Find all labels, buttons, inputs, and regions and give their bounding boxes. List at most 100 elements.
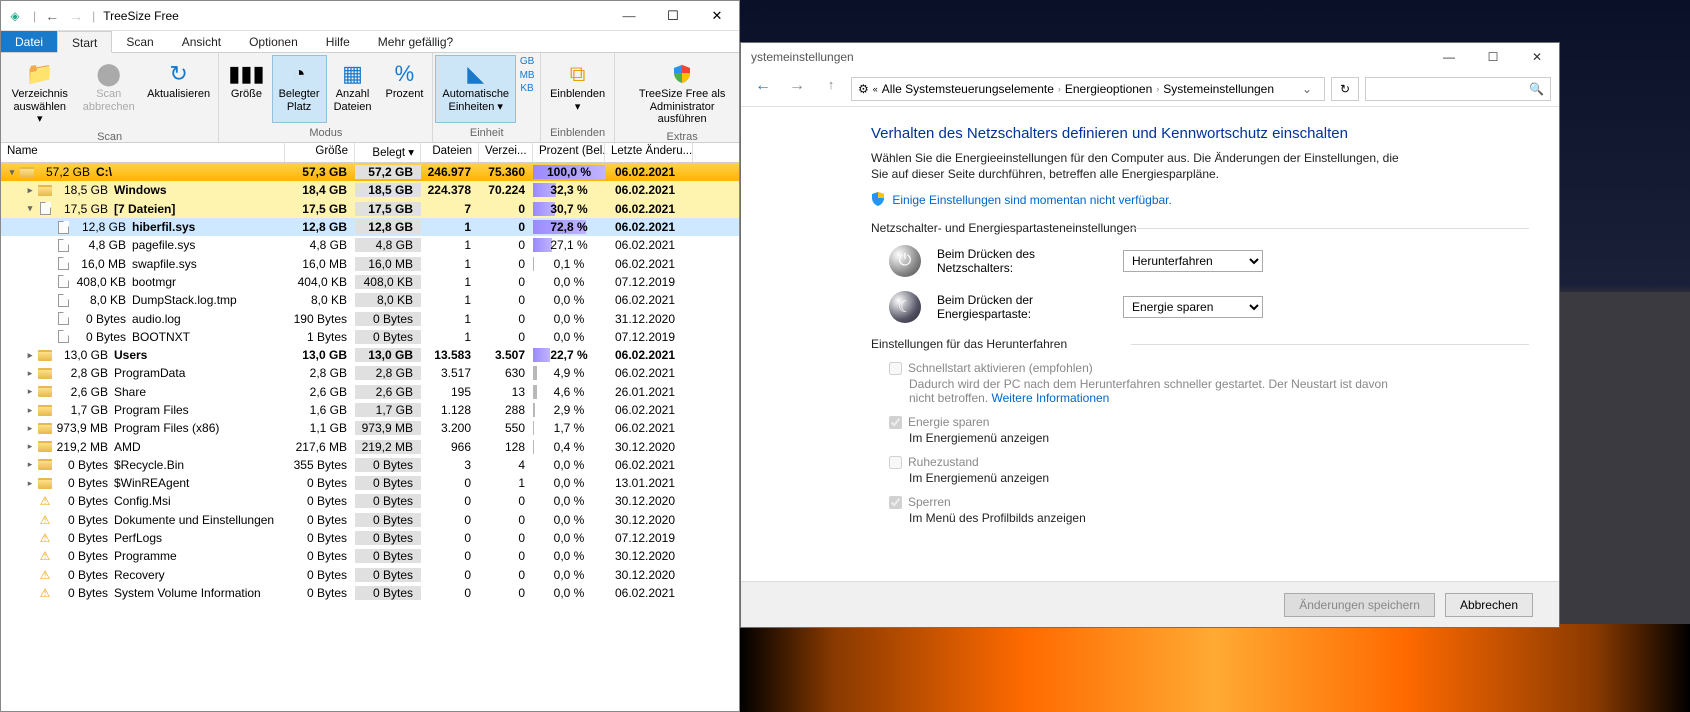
refresh-icon: ↻ xyxy=(169,60,187,88)
sleep-button-select[interactable]: Energie sparen xyxy=(1123,296,1263,318)
column-headers[interactable]: Name Größe Belegt ▾ Dateien Verzei... Pr… xyxy=(1,143,739,163)
minimize-button[interactable]: — xyxy=(1427,43,1471,71)
table-row[interactable]: 0 BytesBOOTNXT1 Bytes0 Bytes100,0 %07.12… xyxy=(1,328,739,346)
select-dir-button[interactable]: 📁Verzeichnis auswählen ▾ xyxy=(3,55,76,127)
minimize-button[interactable]: — xyxy=(607,1,651,31)
expand-button[interactable]: ⧉Einblenden ▾ xyxy=(543,55,612,123)
table-row[interactable]: ⚠0 BytesRecovery0 Bytes0 Bytes000,0 %30.… xyxy=(1,566,739,584)
unit-mb-button[interactable]: MB xyxy=(516,69,538,83)
tab-more[interactable]: Mehr gefällig? xyxy=(364,31,467,52)
table-row[interactable]: ⚠0 BytesSystem Volume Information0 Bytes… xyxy=(1,584,739,602)
mode-percent-button[interactable]: %Prozent xyxy=(378,55,430,123)
table-row[interactable]: 16,0 MBswapfile.sys16,0 MB16,0 MB100,1 %… xyxy=(1,254,739,272)
unit-gb-button[interactable]: GB xyxy=(516,55,538,69)
col-files[interactable]: Dateien xyxy=(421,143,479,162)
col-name[interactable]: Name xyxy=(1,143,285,162)
fast-startup-checkbox: Schnellstart aktivieren (empfohlen) xyxy=(889,361,1559,375)
expand-icon[interactable]: ▸ xyxy=(23,350,37,361)
table-row[interactable]: ▸2,8 GBProgramData2,8 GB2,8 GB3.5176304,… xyxy=(1,364,739,382)
tree-body[interactable]: ▾57,2 GBC:\57,3 GB57,2 GB246.97775.36010… xyxy=(1,163,739,711)
row-icon xyxy=(55,293,71,307)
run-as-admin-button[interactable]: TreeSize Free als Administrator ausführe… xyxy=(617,55,747,127)
row-icon: ⚠ xyxy=(37,494,53,508)
col-percent[interactable]: Prozent (Bel... xyxy=(533,143,605,162)
admin-link[interactable]: Einige Einstellungen sind momentan nicht… xyxy=(892,193,1172,207)
row-icon xyxy=(37,385,53,399)
page-title: Verhalten des Netzschalters definieren u… xyxy=(871,125,1559,142)
table-row[interactable]: ▸2,6 GBShare2,6 GB2,6 GB195134,6 %26.01.… xyxy=(1,383,739,401)
table-row[interactable]: 4,8 GBpagefile.sys4,8 GB4,8 GB1027,1 %06… xyxy=(1,236,739,254)
row-icon: ⚠ xyxy=(37,531,53,545)
disk-icon: ◔ xyxy=(292,60,305,88)
footer: Änderungen speichern Abbrechen xyxy=(741,581,1559,627)
tab-start[interactable]: Start xyxy=(57,31,112,53)
tab-file[interactable]: Datei xyxy=(1,31,57,52)
col-dirs[interactable]: Verzei... xyxy=(479,143,533,162)
nav-forward-icon[interactable]: → xyxy=(783,77,811,101)
unit-kb-button[interactable]: KB xyxy=(516,82,538,96)
expand-icon[interactable]: ▾ xyxy=(5,167,19,178)
expand-icon[interactable]: ▸ xyxy=(23,185,37,196)
breadcrumb[interactable]: ⚙ « Alle Systemsteuerungselemente› Energ… xyxy=(851,77,1325,101)
expand-icon[interactable]: ▸ xyxy=(23,459,37,470)
nav-forward-icon[interactable]: → xyxy=(64,8,88,24)
titlebar[interactable]: ◈ | ← → | TreeSize Free — ☐ ✕ xyxy=(1,1,739,31)
tab-options[interactable]: Optionen xyxy=(235,31,312,52)
cancel-button[interactable]: Abbrechen xyxy=(1445,593,1533,617)
expand-icon[interactable]: ▸ xyxy=(23,423,37,434)
close-button[interactable]: ✕ xyxy=(695,1,739,31)
expand-icon[interactable]: ▸ xyxy=(23,386,37,397)
col-date[interactable]: Letzte Änderu... xyxy=(605,143,693,162)
table-row[interactable]: 408,0 KBbootmgr404,0 KB408,0 KB100,0 %07… xyxy=(1,273,739,291)
table-row[interactable]: ⚠0 BytesPerfLogs0 Bytes0 Bytes000,0 %07.… xyxy=(1,529,739,547)
maximize-button[interactable]: ☐ xyxy=(651,1,695,31)
mode-occupied-button[interactable]: ◔Belegter Platz xyxy=(272,55,327,123)
power-button-select[interactable]: Herunterfahren xyxy=(1123,250,1263,272)
stop-scan-button[interactable]: ⬤Scan abbrechen xyxy=(76,55,141,127)
maximize-button[interactable]: ☐ xyxy=(1471,43,1515,71)
tab-view[interactable]: Ansicht xyxy=(168,31,235,52)
table-row[interactable]: 8,0 KBDumpStack.log.tmp8,0 KB8,0 KB100,0… xyxy=(1,291,739,309)
expand-icon[interactable]: ▾ xyxy=(23,203,37,214)
nav-back-icon[interactable]: ← xyxy=(40,8,64,24)
refresh-button[interactable]: ↻ xyxy=(1331,77,1359,101)
expand-icon[interactable]: ▸ xyxy=(23,405,37,416)
table-row[interactable]: ⚠0 BytesConfig.Msi0 Bytes0 Bytes000,0 %3… xyxy=(1,492,739,510)
mode-size-button[interactable]: ▮▮▮Größe xyxy=(221,55,271,123)
table-row[interactable]: ▸219,2 MBAMD217,6 MB219,2 MB9661280,4 %3… xyxy=(1,437,739,455)
table-row[interactable]: ▸973,9 MBProgram Files (x86)1,1 GB973,9 … xyxy=(1,419,739,437)
refresh-button[interactable]: ↻Aktualisieren xyxy=(141,55,216,127)
table-row[interactable]: 12,8 GBhiberfil.sys12,8 GB12,8 GB1072,8 … xyxy=(1,218,739,236)
nav-up-icon[interactable]: ↑ xyxy=(817,77,845,101)
unit-auto-button[interactable]: ◣Automatische Einheiten ▾ xyxy=(435,55,516,123)
mode-filecount-button[interactable]: ▦Anzahl Dateien xyxy=(327,55,379,123)
row-icon xyxy=(37,458,53,472)
more-info-link[interactable]: Weitere Informationen xyxy=(992,391,1110,405)
col-size[interactable]: Größe xyxy=(285,143,355,162)
section-buttons: Netzschalter- und Energiespartasteneinst… xyxy=(871,221,1559,235)
table-row[interactable]: 0 Bytesaudio.log190 Bytes0 Bytes100,0 %3… xyxy=(1,309,739,327)
expand-icon[interactable]: ▸ xyxy=(23,441,37,452)
tab-help[interactable]: Hilfe xyxy=(312,31,364,52)
table-row[interactable]: ▸1,7 GBProgram Files1,6 GB1,7 GB1.128288… xyxy=(1,401,739,419)
tab-scan[interactable]: Scan xyxy=(112,31,167,52)
table-row[interactable]: ▸0 Bytes$Recycle.Bin355 Bytes0 Bytes340,… xyxy=(1,456,739,474)
lock-checkbox: Sperren xyxy=(889,495,1559,509)
chevron-down-icon[interactable]: ⌄ xyxy=(1296,82,1318,96)
table-row[interactable]: ▸0 Bytes$WinREAgent0 Bytes0 Bytes010,0 %… xyxy=(1,474,739,492)
table-row[interactable]: ⚠0 BytesDokumente und Einstellungen0 Byt… xyxy=(1,511,739,529)
save-button[interactable]: Änderungen speichern xyxy=(1284,593,1435,617)
expand-icon[interactable]: ▸ xyxy=(23,368,37,379)
search-input[interactable]: 🔍 xyxy=(1365,77,1551,101)
expand-icon[interactable]: ▸ xyxy=(23,478,37,489)
table-row[interactable]: ▸18,5 GBWindows18,4 GB18,5 GB224.37870.2… xyxy=(1,181,739,199)
table-row[interactable]: ▾17,5 GB[7 Dateien]17,5 GB17,5 GB7030,7 … xyxy=(1,200,739,218)
percent-icon: % xyxy=(395,60,415,88)
table-row[interactable]: ▸13,0 GBUsers13,0 GB13,0 GB13.5833.50722… xyxy=(1,346,739,364)
table-row[interactable]: ▾57,2 GBC:\57,3 GB57,2 GB246.97775.36010… xyxy=(1,163,739,181)
nav-back-icon[interactable]: ← xyxy=(749,77,777,101)
table-row[interactable]: ⚠0 BytesProgramme0 Bytes0 Bytes000,0 %30… xyxy=(1,547,739,565)
close-button[interactable]: ✕ xyxy=(1515,43,1559,71)
titlebar[interactable]: ystemeinstellungen — ☐ ✕ xyxy=(741,43,1559,71)
col-occupied[interactable]: Belegt ▾ xyxy=(355,143,421,162)
